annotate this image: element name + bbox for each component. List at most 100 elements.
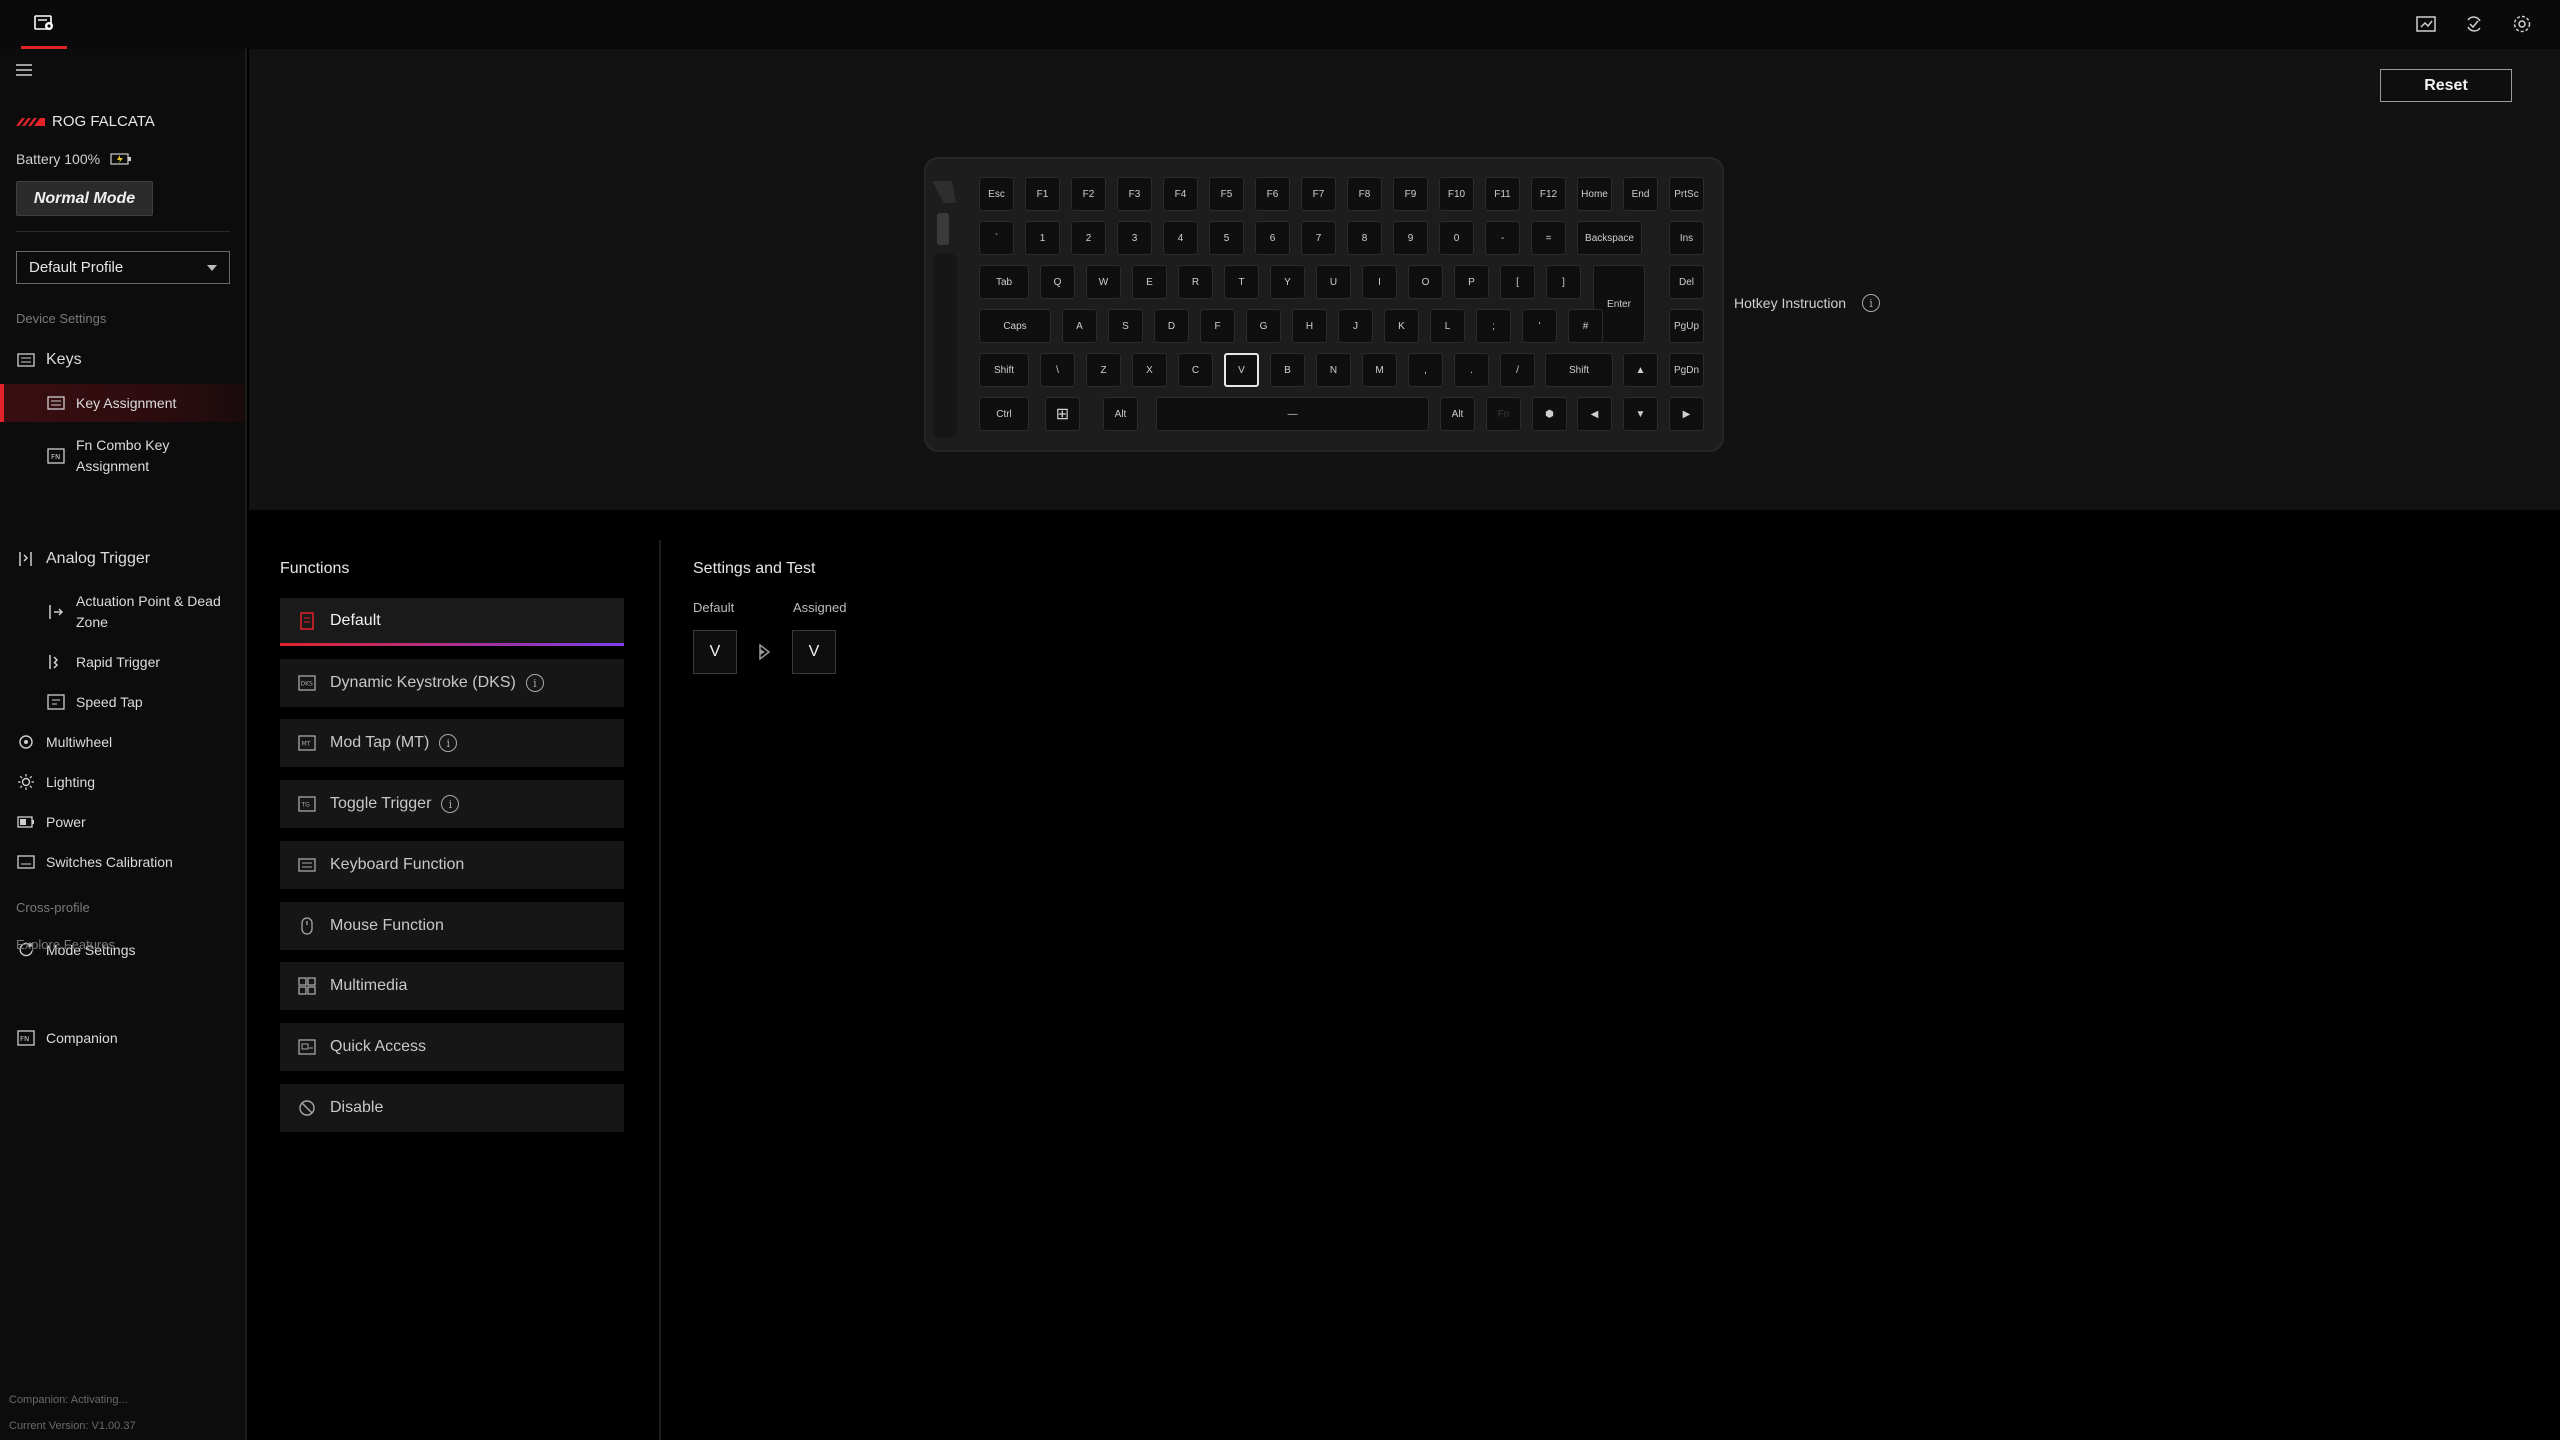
info-icon[interactable]: i <box>1862 294 1881 312</box>
key[interactable]: Shift <box>1545 353 1613 387</box>
sidebar-item-speed-tap[interactable]: Speed Tap <box>0 687 245 717</box>
key[interactable]: O <box>1408 265 1443 299</box>
function-quick-access[interactable]: Quick Access <box>280 1023 624 1071</box>
key[interactable]: Tab <box>979 265 1029 299</box>
key[interactable]: W <box>1086 265 1121 299</box>
reset-button[interactable]: Reset <box>2380 69 2512 102</box>
hamburger-menu-icon[interactable] <box>15 63 35 83</box>
function-keyboard[interactable]: Keyboard Function <box>280 841 624 889</box>
key[interactable]: 5 <box>1209 221 1244 255</box>
device-tab[interactable] <box>21 0 67 49</box>
key[interactable]: V <box>1224 353 1259 387</box>
key[interactable]: ▼ <box>1623 397 1658 431</box>
key[interactable]: ▲ <box>1623 353 1658 387</box>
assigned-key[interactable]: V <box>792 630 836 674</box>
key[interactable]: B <box>1270 353 1305 387</box>
key[interactable]: L <box>1430 309 1465 343</box>
key[interactable]: ◀ <box>1577 397 1612 431</box>
key[interactable]: ⊞ <box>1045 397 1080 431</box>
key[interactable]: Shift <box>979 353 1029 387</box>
sidebar-item-multiwheel[interactable]: Multiwheel <box>0 727 245 757</box>
key[interactable]: S <box>1108 309 1143 343</box>
key[interactable]: F7 <box>1301 177 1336 211</box>
key[interactable]: PgUp <box>1669 309 1704 343</box>
key[interactable]: F5 <box>1209 177 1244 211</box>
mode-button[interactable]: Normal Mode <box>16 181 153 216</box>
key[interactable]: K <box>1384 309 1419 343</box>
key[interactable]: Alt <box>1440 397 1475 431</box>
key[interactable]: ] <box>1546 265 1581 299</box>
key[interactable]: ' <box>1522 309 1557 343</box>
key[interactable]: 9 <box>1393 221 1428 255</box>
key[interactable]: 1 <box>1025 221 1060 255</box>
key[interactable]: 4 <box>1163 221 1198 255</box>
key[interactable]: PgDn <box>1669 353 1704 387</box>
key[interactable]: F10 <box>1439 177 1474 211</box>
key[interactable]: A <box>1062 309 1097 343</box>
key[interactable]: Home <box>1577 177 1612 211</box>
key[interactable]: / <box>1500 353 1535 387</box>
hotkey-instruction[interactable]: Hotkey Instruction i <box>1734 294 1881 312</box>
key[interactable]: ▶ <box>1669 397 1704 431</box>
key[interactable]: Backspace <box>1577 221 1642 255</box>
sidebar-item-switches-calibration[interactable]: Switches Calibration <box>0 847 245 877</box>
key[interactable]: Ctrl <box>979 397 1029 431</box>
key[interactable]: 6 <box>1255 221 1290 255</box>
key[interactable]: Ins <box>1669 221 1704 255</box>
info-icon[interactable]: i <box>525 674 544 692</box>
key[interactable]: F11 <box>1485 177 1520 211</box>
key[interactable]: M <box>1362 353 1397 387</box>
key[interactable]: F2 <box>1071 177 1106 211</box>
key[interactable]: End <box>1623 177 1658 211</box>
key[interactable]: C <box>1178 353 1213 387</box>
sidebar-item-key-assignment[interactable]: Key Assignment <box>0 384 245 422</box>
key[interactable]: N <box>1316 353 1351 387</box>
function-dks[interactable]: DKS Dynamic Keystroke (DKS) i <box>280 659 624 707</box>
key[interactable]: Alt <box>1103 397 1138 431</box>
info-icon[interactable]: i <box>439 734 458 752</box>
key[interactable]: = <box>1531 221 1566 255</box>
key[interactable]: — <box>1156 397 1429 431</box>
key[interactable]: J <box>1338 309 1373 343</box>
function-toggle-trigger[interactable]: TG Toggle Trigger i <box>280 780 624 828</box>
key[interactable]: . <box>1454 353 1489 387</box>
key[interactable]: F3 <box>1117 177 1152 211</box>
key[interactable]: PrtSc <box>1669 177 1704 211</box>
key[interactable]: X <box>1132 353 1167 387</box>
key[interactable]: [ <box>1500 265 1535 299</box>
key[interactable]: Fn <box>1486 397 1521 431</box>
key[interactable]: H <box>1292 309 1327 343</box>
sidebar-item-rapid-trigger[interactable]: Rapid Trigger <box>0 647 245 677</box>
key[interactable]: E <box>1132 265 1167 299</box>
key[interactable]: F9 <box>1393 177 1428 211</box>
key[interactable]: ; <box>1476 309 1511 343</box>
key[interactable]: ⬢ <box>1532 397 1567 431</box>
key[interactable]: R <box>1178 265 1213 299</box>
key[interactable]: Del <box>1669 265 1704 299</box>
multiwheel-knob-icon[interactable] <box>930 163 960 443</box>
key[interactable]: 2 <box>1071 221 1106 255</box>
profile-select[interactable]: Default Profile <box>16 251 230 284</box>
sidebar-item-keys[interactable]: Keys <box>0 345 245 375</box>
sidebar-item-fn-combo[interactable]: FN Fn Combo Key Assignment <box>0 433 245 479</box>
function-mouse[interactable]: Mouse Function <box>280 902 624 950</box>
sync-icon[interactable] <box>2462 12 2486 36</box>
key[interactable]: Esc <box>979 177 1014 211</box>
key[interactable]: G <box>1246 309 1281 343</box>
sidebar-item-analog-trigger[interactable]: Analog Trigger <box>0 544 245 574</box>
key[interactable]: F6 <box>1255 177 1290 211</box>
key[interactable]: F4 <box>1163 177 1198 211</box>
function-mod-tap[interactable]: MT Mod Tap (MT) i <box>280 719 624 767</box>
key[interactable]: 0 <box>1439 221 1474 255</box>
key[interactable]: - <box>1485 221 1520 255</box>
key[interactable]: D <box>1154 309 1189 343</box>
function-default[interactable]: Default <box>280 598 624 646</box>
sidebar-item-lighting[interactable]: Lighting <box>0 767 245 797</box>
settings-gear-icon[interactable] <box>2510 12 2534 36</box>
sidebar-item-actuation[interactable]: Actuation Point & Dead Zone <box>0 589 245 635</box>
key[interactable]: F1 <box>1025 177 1060 211</box>
key[interactable]: 8 <box>1347 221 1382 255</box>
key[interactable]: , <box>1408 353 1443 387</box>
info-icon[interactable]: i <box>441 795 460 813</box>
key[interactable]: F12 <box>1531 177 1566 211</box>
